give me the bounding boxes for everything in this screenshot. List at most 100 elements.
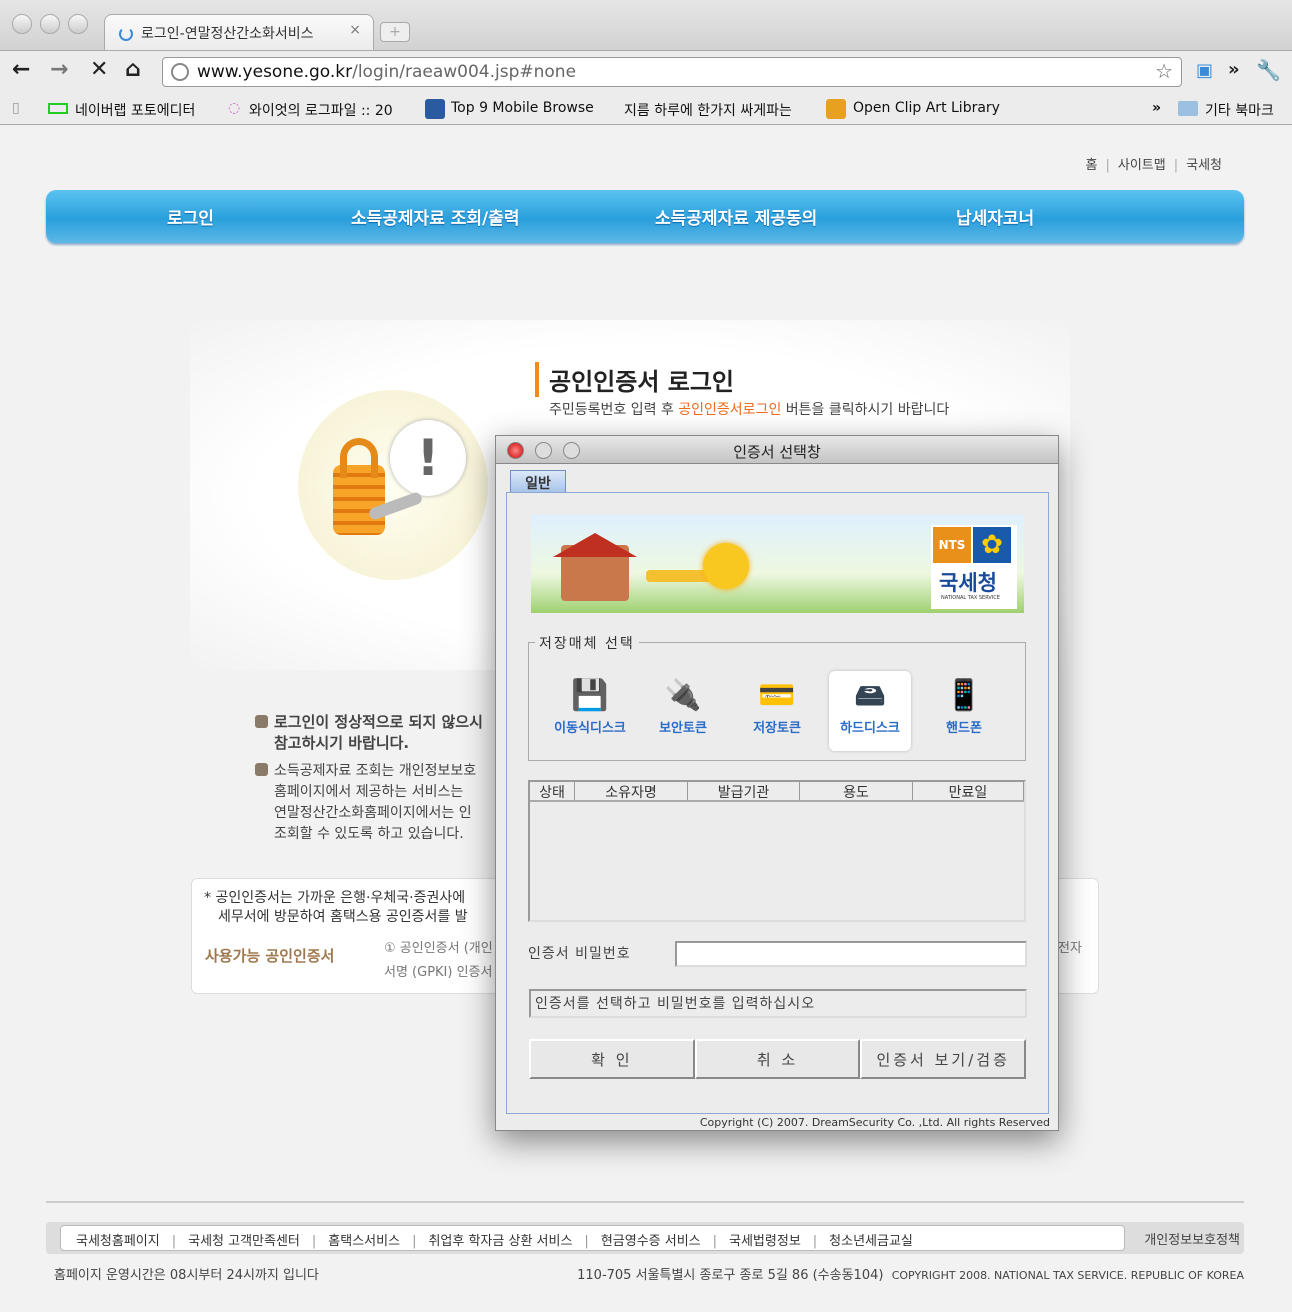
nts-banner: NTS ✿ 국세청 NATIONAL TAX SERVICE (531, 515, 1024, 613)
openclipart-icon (826, 99, 846, 119)
naver-icon (48, 103, 68, 114)
home-icon[interactable]: ⌂ (125, 57, 141, 82)
bullet-icon (255, 763, 268, 776)
login-subtitle: 주민등록번호 입력 후 공인인증서로그인 버튼을 클릭하시기 바랍니다 (549, 402, 950, 418)
exclamation-icon: ! (390, 420, 466, 496)
certificate-table[interactable]: 상태 소유자명 발급기관 용도 만료일 (528, 780, 1026, 922)
link-sitemap[interactable]: 사이트맵 (1118, 158, 1166, 173)
minimize-window-button[interactable] (40, 14, 60, 34)
forward-icon[interactable]: → (50, 57, 68, 82)
media-storage-token[interactable]: 💳 저장토큰 (736, 671, 818, 751)
other-bookmarks[interactable]: 기타 북마크 (1205, 100, 1274, 120)
bookmark-item[interactable]: Top 9 Mobile Browse (451, 100, 594, 116)
security-token-icon: 🔌 (664, 678, 702, 713)
footer-links: 국세청홈페이지 | 국세청 고객만족센터 | 홈택스서비스 | 취업후 학자금 상환 서비스… (60, 1225, 1125, 1251)
bookmarks-bar: ▯ 네이버랩 포토에디터 ◌ 와이엇의 로그파일 :: 20 Top 9 Mob… (0, 92, 1292, 125)
tab-close-icon[interactable]: × (349, 22, 361, 38)
bullet-icon (255, 715, 268, 728)
phone-icon: 📱 (945, 678, 983, 713)
dialog-content: NTS ✿ 국세청 NATIONAL TAX SERVICE 저장매체 선택 💾… (506, 492, 1049, 1114)
group-label: 저장매체 선택 (535, 633, 639, 653)
folder-icon (1178, 101, 1198, 116)
dialog-title: 인증서 선택창 (733, 443, 821, 461)
nts-logo: NTS (933, 527, 971, 563)
notice-bullet: 로그인이 정상적으로 되지 않으시 참고하시기 바랍니다. (255, 712, 483, 754)
close-window-button[interactable] (12, 14, 32, 34)
main-nav: 로그인 소득공제자료 조회/출력 소득공제자료 제공동의 납세자코너 (46, 190, 1244, 243)
footer-link[interactable]: 국세청홈페이지 (76, 1234, 160, 1249)
view-verify-certificate-button[interactable]: 인증서 보기/검증 (860, 1039, 1027, 1079)
zoom-window-button[interactable] (68, 14, 88, 34)
certificate-dialog: 인증서 선택창 일반 NTS ✿ 국세청 NATIONAL TAX SERVIC… (495, 435, 1059, 1131)
bookmark-item[interactable]: 와이엇의 로그파일 :: 20 (249, 100, 393, 120)
confirm-button[interactable]: 확 인 (529, 1039, 695, 1079)
browser-toolbar: ← → ✕ ⌂ www.yesone.go.kr/login/raeaw004.… (0, 50, 1292, 92)
footer-address: 110-705 서울특별시 종로구 종로 5길 86 (수송동104) COPY… (577, 1268, 1244, 1283)
cancel-button[interactable]: 취 소 (694, 1039, 861, 1079)
dialog-zoom-button[interactable] (563, 442, 580, 459)
tab-title: 로그인-연말정산간소화서비스 (141, 26, 314, 42)
nav-consent[interactable]: 소득공제자료 제공동의 (655, 204, 817, 229)
bookmark-item[interactable]: 지름 하루에 한가지 싸게파는 (624, 100, 792, 120)
address-bar[interactable]: www.yesone.go.kr/login/raeaw004.jsp#none… (162, 57, 1182, 87)
back-icon[interactable]: ← (12, 57, 30, 82)
nav-login[interactable]: 로그인 (167, 204, 214, 229)
tab-general[interactable]: 일반 (510, 470, 566, 492)
media-phone[interactable]: 📱 핸드폰 (923, 671, 1005, 751)
page-icon: ▯ (12, 100, 20, 116)
nav-taxpayer-corner[interactable]: 납세자코너 (956, 204, 1034, 229)
privacy-policy-link[interactable]: 개인정보보호정책 (1144, 1229, 1240, 1248)
footer-link[interactable]: 국세법령정보 (729, 1234, 801, 1249)
notice-bullet: 소득공제자료 조회는 개인정보보호 홈페이지에서 제공하는 서비스는 연말정산간… (255, 761, 476, 845)
bookmark-item[interactable]: 네이버랩 포토에디터 (75, 100, 195, 120)
operating-hours: 홈페이지 운영시간은 08시부터 24시까지 입니다 (54, 1268, 319, 1283)
password-input[interactable] (675, 941, 1027, 967)
lock-illustration: ! (298, 390, 488, 580)
media-hard-disk[interactable]: 🖴 하드디스크 (829, 671, 911, 751)
available-certs-label: 사용가능 공인인증서 (205, 947, 335, 965)
dialog-copyright: Copyright (C) 2007. DreamSecurity Co. ,L… (699, 1116, 1050, 1129)
floppy-usb-icon: 💾 (571, 678, 609, 713)
browser-tab[interactable]: 로그인-연말정산간소화서비스 × (104, 14, 374, 50)
footer-link[interactable]: 취업후 학자금 상환 서비스 (428, 1234, 572, 1249)
overflow-icon[interactable]: » (1228, 59, 1240, 80)
column-usage[interactable]: 용도 (800, 782, 913, 801)
column-owner[interactable]: 소유자명 (575, 782, 688, 801)
dialog-minimize-button[interactable] (535, 442, 552, 459)
footer-link[interactable]: 홈택스서비스 (328, 1234, 400, 1249)
column-status[interactable]: 상태 (530, 782, 575, 801)
media-removable-disk[interactable]: 💾 이동식디스크 (549, 671, 631, 751)
smart-card-icon: 💳 (758, 678, 796, 713)
page-title: 공인인증서 로그인 (535, 362, 734, 397)
loading-icon (119, 27, 133, 41)
column-expiry[interactable]: 만료일 (913, 782, 1024, 801)
bookmarks-overflow-button[interactable]: » (1152, 100, 1161, 116)
extension-icon[interactable]: ▣ (1196, 60, 1213, 81)
table-header: 상태 소유자명 발급기관 용도 만료일 (530, 782, 1024, 802)
new-tab-button[interactable]: + (380, 22, 410, 42)
wrench-icon[interactable]: 🔧 (1256, 58, 1281, 82)
column-issuer[interactable]: 발급기관 (688, 782, 800, 801)
top-links: 홈 | 사이트맵 | 국세청 (1085, 158, 1222, 173)
media-security-token[interactable]: 🔌 보안토큰 (642, 671, 724, 751)
footer-link[interactable]: 현금영수증 서비스 (601, 1234, 701, 1249)
bookmark-item[interactable]: Open Clip Art Library (853, 100, 1000, 116)
nav-deduction-lookup[interactable]: 소득공제자료 조회/출력 (351, 204, 520, 229)
footer-link[interactable]: 청소년세금교실 (829, 1234, 913, 1249)
stop-icon[interactable]: ✕ (90, 57, 108, 82)
footer-link[interactable]: 국세청 고객만족센터 (188, 1234, 300, 1249)
nts-emblem-icon: ✿ (973, 527, 1011, 563)
link-nts[interactable]: 국세청 (1186, 158, 1222, 173)
flower-emblem-icon (703, 543, 749, 589)
nts-name: 국세청 (939, 571, 997, 595)
globe-icon (171, 63, 189, 81)
url-path: /login/raeaw004.jsp#none (352, 62, 577, 82)
hard-disk-icon: 🖴 (854, 678, 886, 713)
dialog-close-button[interactable] (507, 442, 524, 459)
star-icon[interactable]: ☆ (1155, 59, 1173, 83)
browser-tab-bar: 로그인-연말정산간소화서비스 × + (0, 0, 1292, 50)
link-home[interactable]: 홈 (1086, 158, 1098, 173)
dialog-titlebar[interactable]: 인증서 선택창 (496, 436, 1058, 464)
password-label: 인증서 비밀번호 (528, 946, 631, 962)
storage-media-group: 저장매체 선택 💾 이동식디스크 🔌 보안토큰 💳 저장토큰 🖴 하드디스크 📱 핸드폰 (528, 633, 1026, 761)
